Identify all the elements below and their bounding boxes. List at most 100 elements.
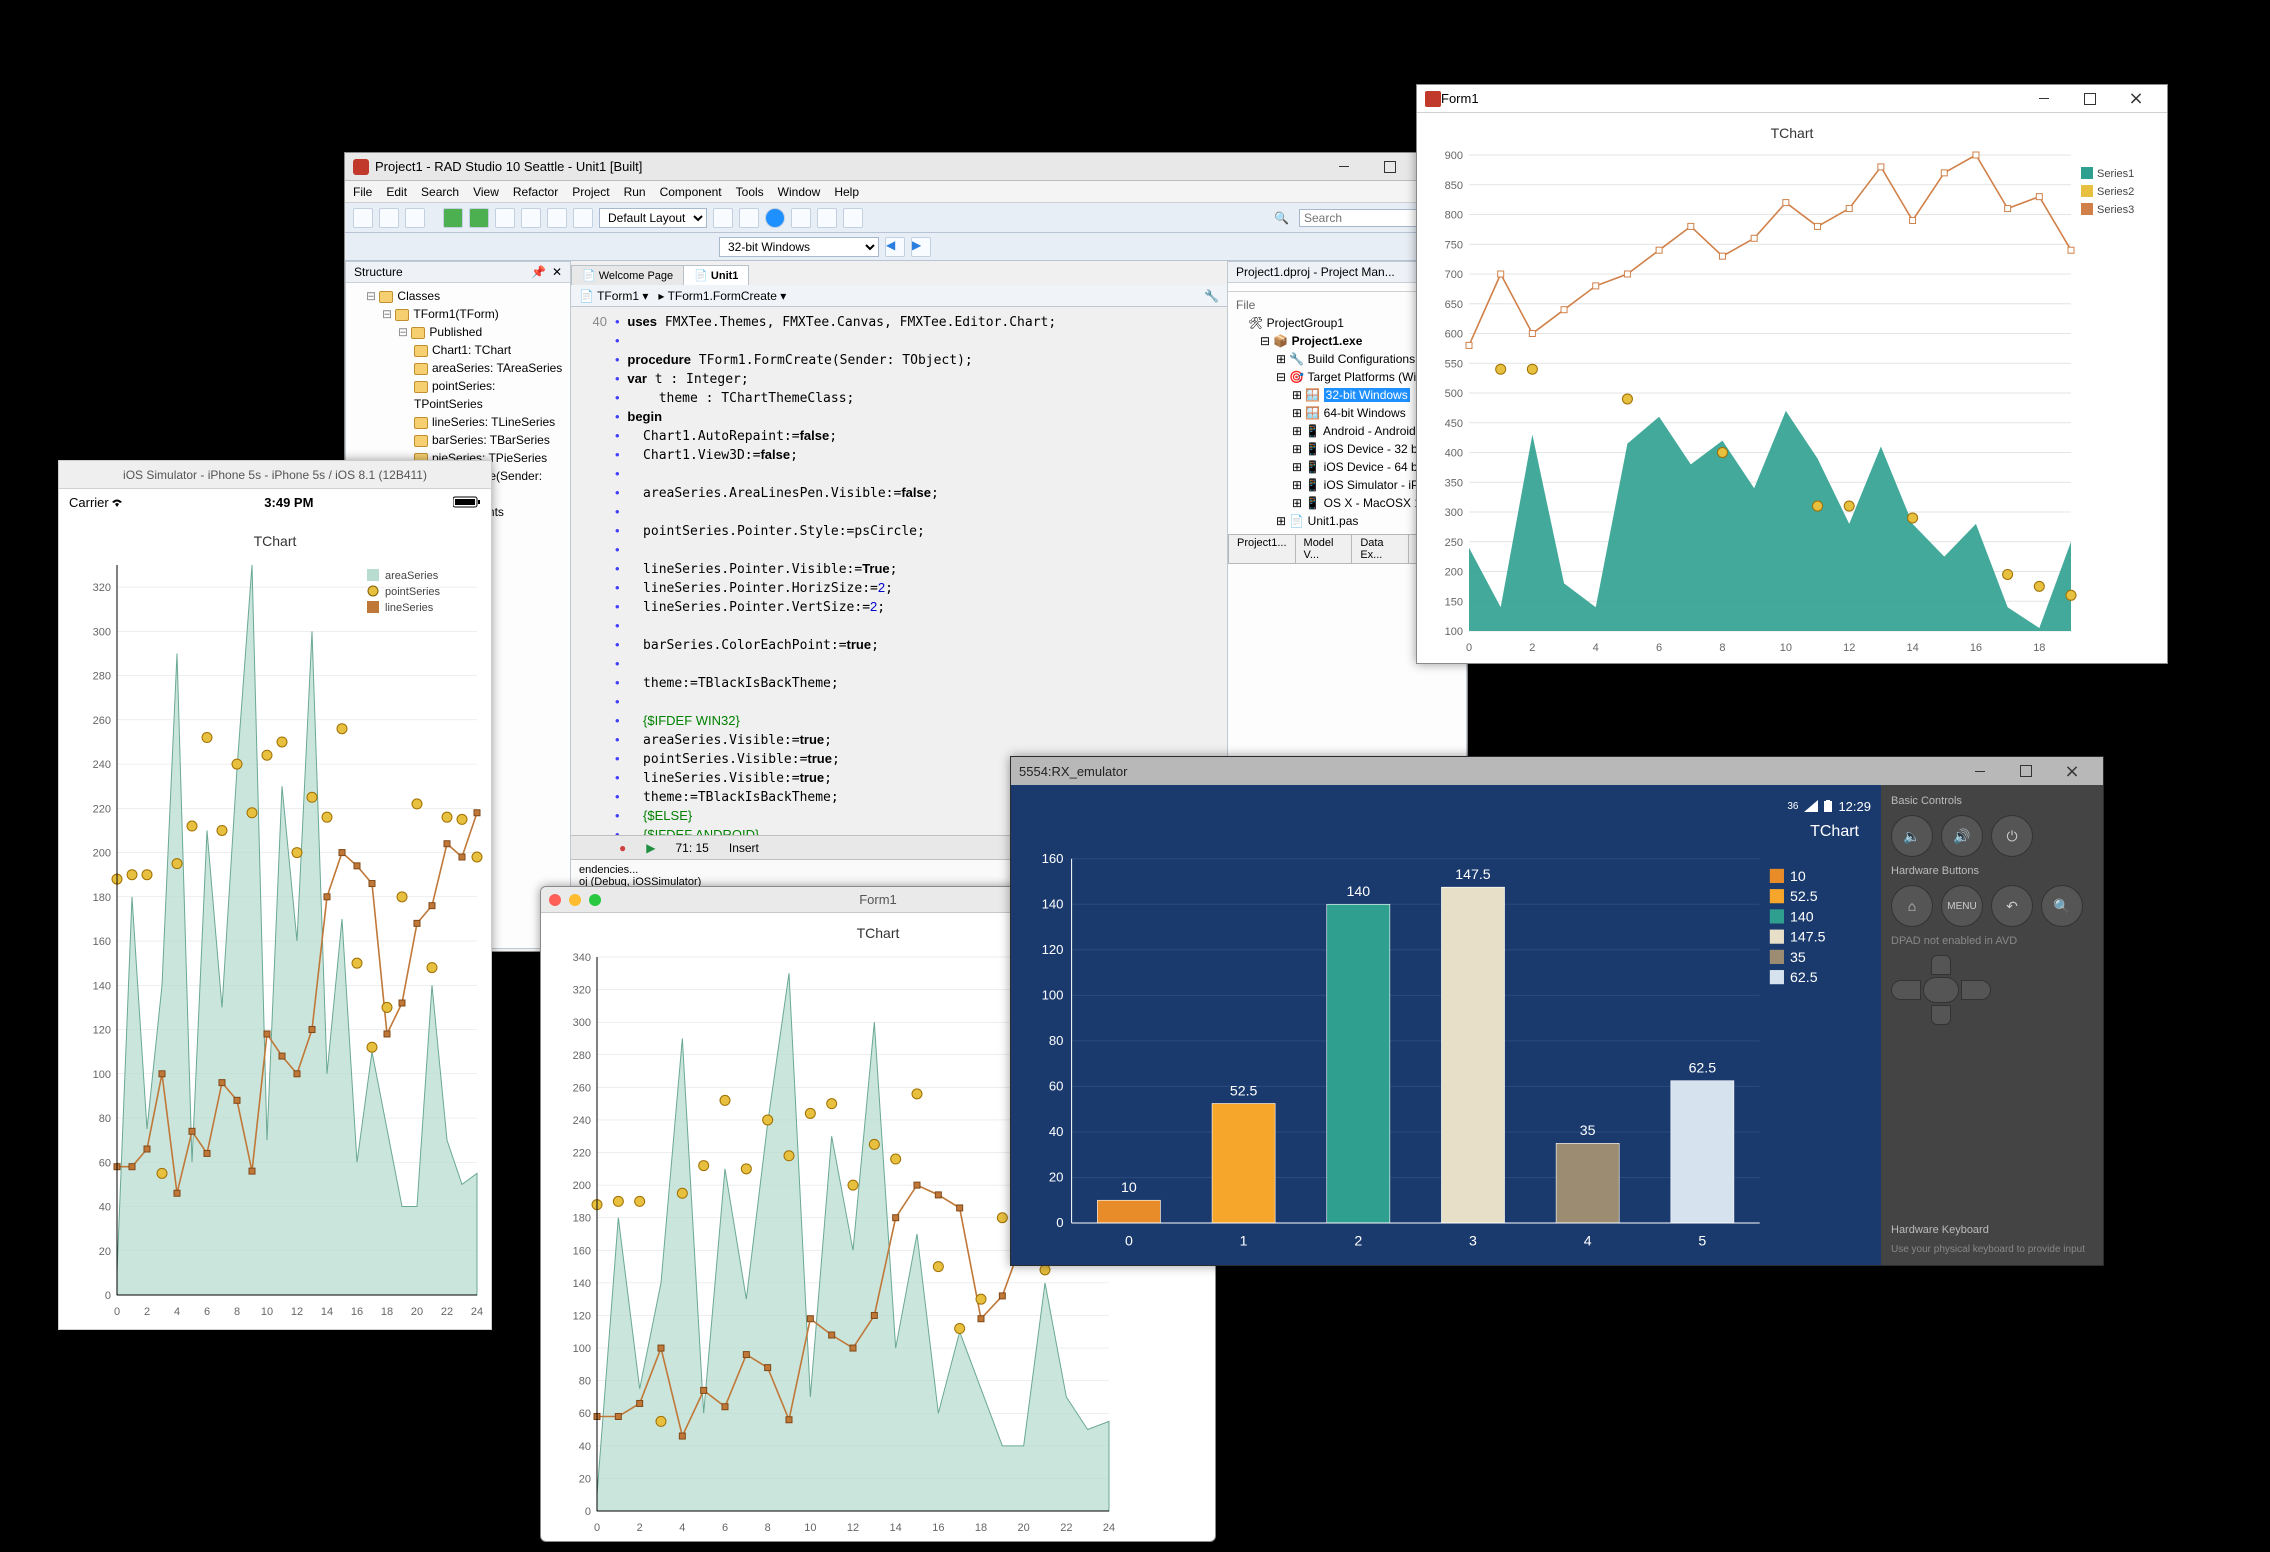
svg-text:2: 2 (1354, 1233, 1362, 1249)
toolbar-button[interactable] (713, 208, 733, 228)
ide-titlebar[interactable]: Project1 - RAD Studio 10 Seattle - Unit1… (345, 153, 1467, 181)
svg-text:2: 2 (637, 1522, 643, 1534)
maximize-button[interactable] (1367, 153, 1413, 181)
svg-text:Series3: Series3 (2097, 204, 2134, 216)
menu-refactor[interactable]: Refactor (513, 185, 558, 199)
svg-text:280: 280 (573, 1050, 591, 1062)
svg-text:10: 10 (1121, 1180, 1137, 1196)
editor-tab[interactable]: 📄 Welcome Page (571, 265, 684, 285)
svg-text:350: 350 (1445, 477, 1463, 489)
back-button[interactable]: ↶ (1991, 885, 2033, 927)
close-button[interactable] (2049, 757, 2095, 785)
minimize-button[interactable] (1957, 757, 2003, 785)
svg-text:200: 200 (93, 848, 111, 860)
editor-tab[interactable]: 📄 Unit1 (683, 265, 749, 285)
toolbar-mail-button[interactable] (791, 208, 811, 228)
tab-project[interactable]: Project1... (1228, 534, 1296, 564)
svg-text:40: 40 (1049, 1124, 1064, 1139)
nav-back-button: ◀ (885, 237, 905, 257)
android-clock: 12:29 (1838, 799, 1871, 814)
svg-text:600: 600 (1445, 329, 1463, 341)
svg-text:240: 240 (573, 1115, 591, 1127)
menu-edit[interactable]: Edit (386, 185, 407, 199)
svg-text:2: 2 (144, 1306, 150, 1318)
svg-text:700: 700 (1445, 269, 1463, 281)
svg-text:10: 10 (1790, 869, 1806, 885)
toolbar-open-button[interactable] (353, 208, 373, 228)
dpad-right[interactable] (1961, 980, 1991, 1000)
menu-project[interactable]: Project (572, 185, 609, 199)
dpad-center[interactable] (1923, 977, 1959, 1003)
overflow-icon[interactable]: 🔧 (1204, 289, 1219, 303)
power-button[interactable]: ⏻ (1991, 815, 2033, 857)
pin-icon[interactable]: 📌 (531, 265, 546, 279)
chart-title: TChart (1021, 817, 1871, 847)
win-form1-titlebar[interactable]: Form1 (1417, 85, 2167, 113)
svg-text:40: 40 (579, 1441, 591, 1453)
toolbar-save-button[interactable] (379, 208, 399, 228)
svg-text:14: 14 (321, 1306, 333, 1318)
platform-combo[interactable]: 32-bit Windows (719, 237, 879, 257)
toolbar-stop-button[interactable] (521, 208, 541, 228)
structure-item[interactable]: barSeries: TBarSeries (414, 431, 566, 449)
svg-text:20: 20 (1018, 1522, 1030, 1534)
search-button[interactable]: 🔍 (2041, 885, 2083, 927)
android-titlebar[interactable]: 5554:RX_emulator (1011, 757, 2103, 785)
chart-title: TChart (67, 527, 483, 555)
ios-sim-title[interactable]: iOS Simulator - iPhone 5s - iPhone 5s / … (59, 461, 491, 489)
svg-text:160: 160 (573, 1245, 591, 1257)
menu-component[interactable]: Component (660, 185, 722, 199)
toolbar-stepinto-button[interactable] (573, 208, 593, 228)
menu-search[interactable]: Search (421, 185, 459, 199)
toolbar-saveall-button[interactable] (405, 208, 425, 228)
svg-text:20: 20 (1049, 1170, 1064, 1185)
close-icon[interactable]: ✕ (552, 265, 562, 279)
svg-text:lineSeries: lineSeries (385, 602, 434, 614)
android-screen[interactable]: 36 12:29 TChart 020406080100120140160100… (1011, 785, 1881, 1265)
svg-text:60: 60 (1049, 1078, 1064, 1093)
svg-text:24: 24 (471, 1306, 483, 1318)
menu-button[interactable]: MENU (1941, 885, 1983, 927)
home-button[interactable]: ⌂ (1891, 885, 1933, 927)
close-button[interactable] (2113, 85, 2159, 113)
structure-item[interactable]: pointSeries: TPointSeries (414, 377, 566, 413)
svg-text:400: 400 (1445, 448, 1463, 460)
menu-run[interactable]: Run (624, 185, 646, 199)
structure-item[interactable]: Chart1: TChart (414, 341, 566, 359)
toolbar-stepover-button[interactable] (547, 208, 567, 228)
dpad-up[interactable] (1931, 955, 1951, 975)
volume-up-button[interactable]: 🔊 (1941, 815, 1983, 857)
menu-window[interactable]: Window (778, 185, 821, 199)
svg-text:160: 160 (1042, 851, 1064, 866)
structure-item[interactable]: areaSeries: TAreaSeries (414, 359, 566, 377)
svg-text:Series2: Series2 (2097, 186, 2134, 198)
layout-combo[interactable]: Default Layout (599, 208, 707, 228)
minimize-button[interactable] (1321, 153, 1367, 181)
menu-tools[interactable]: Tools (736, 185, 764, 199)
svg-text:Series1: Series1 (2097, 168, 2134, 180)
dpad-down[interactable] (1931, 1005, 1951, 1025)
minimize-button[interactable] (2021, 85, 2067, 113)
svg-text:62.5: 62.5 (1790, 970, 1818, 986)
menu-file[interactable]: File (353, 185, 372, 199)
tab-data[interactable]: Data Ex... (1351, 534, 1409, 564)
menu-view[interactable]: View (473, 185, 499, 199)
tab-model[interactable]: Model V... (1295, 534, 1353, 564)
structure-item[interactable]: lineSeries: TLineSeries (414, 413, 566, 431)
menu-help[interactable]: Help (834, 185, 859, 199)
editor-breadcrumb[interactable]: 📄 TForm1 ▾ ▸ TForm1.FormCreate ▾ 🔧 (571, 285, 1227, 307)
volume-down-button[interactable]: 🔈 (1891, 815, 1933, 857)
toolbar-run-button[interactable] (443, 208, 463, 228)
maximize-button[interactable] (2067, 85, 2113, 113)
toolbar-info-button[interactable] (765, 208, 785, 228)
side-heading: Basic Controls (1891, 795, 2093, 807)
toolbar-run-nodebug-button[interactable] (469, 208, 489, 228)
maximize-button[interactable] (2003, 757, 2049, 785)
toolbar-pause-button[interactable] (495, 208, 515, 228)
dpad-left[interactable] (1891, 980, 1921, 1000)
toolbar-button[interactable] (739, 208, 759, 228)
window-title: Form1 (1441, 91, 1479, 106)
svg-text:147.5: 147.5 (1790, 930, 1826, 946)
toolbar-button[interactable] (817, 208, 837, 228)
toolbar-button[interactable] (843, 208, 863, 228)
